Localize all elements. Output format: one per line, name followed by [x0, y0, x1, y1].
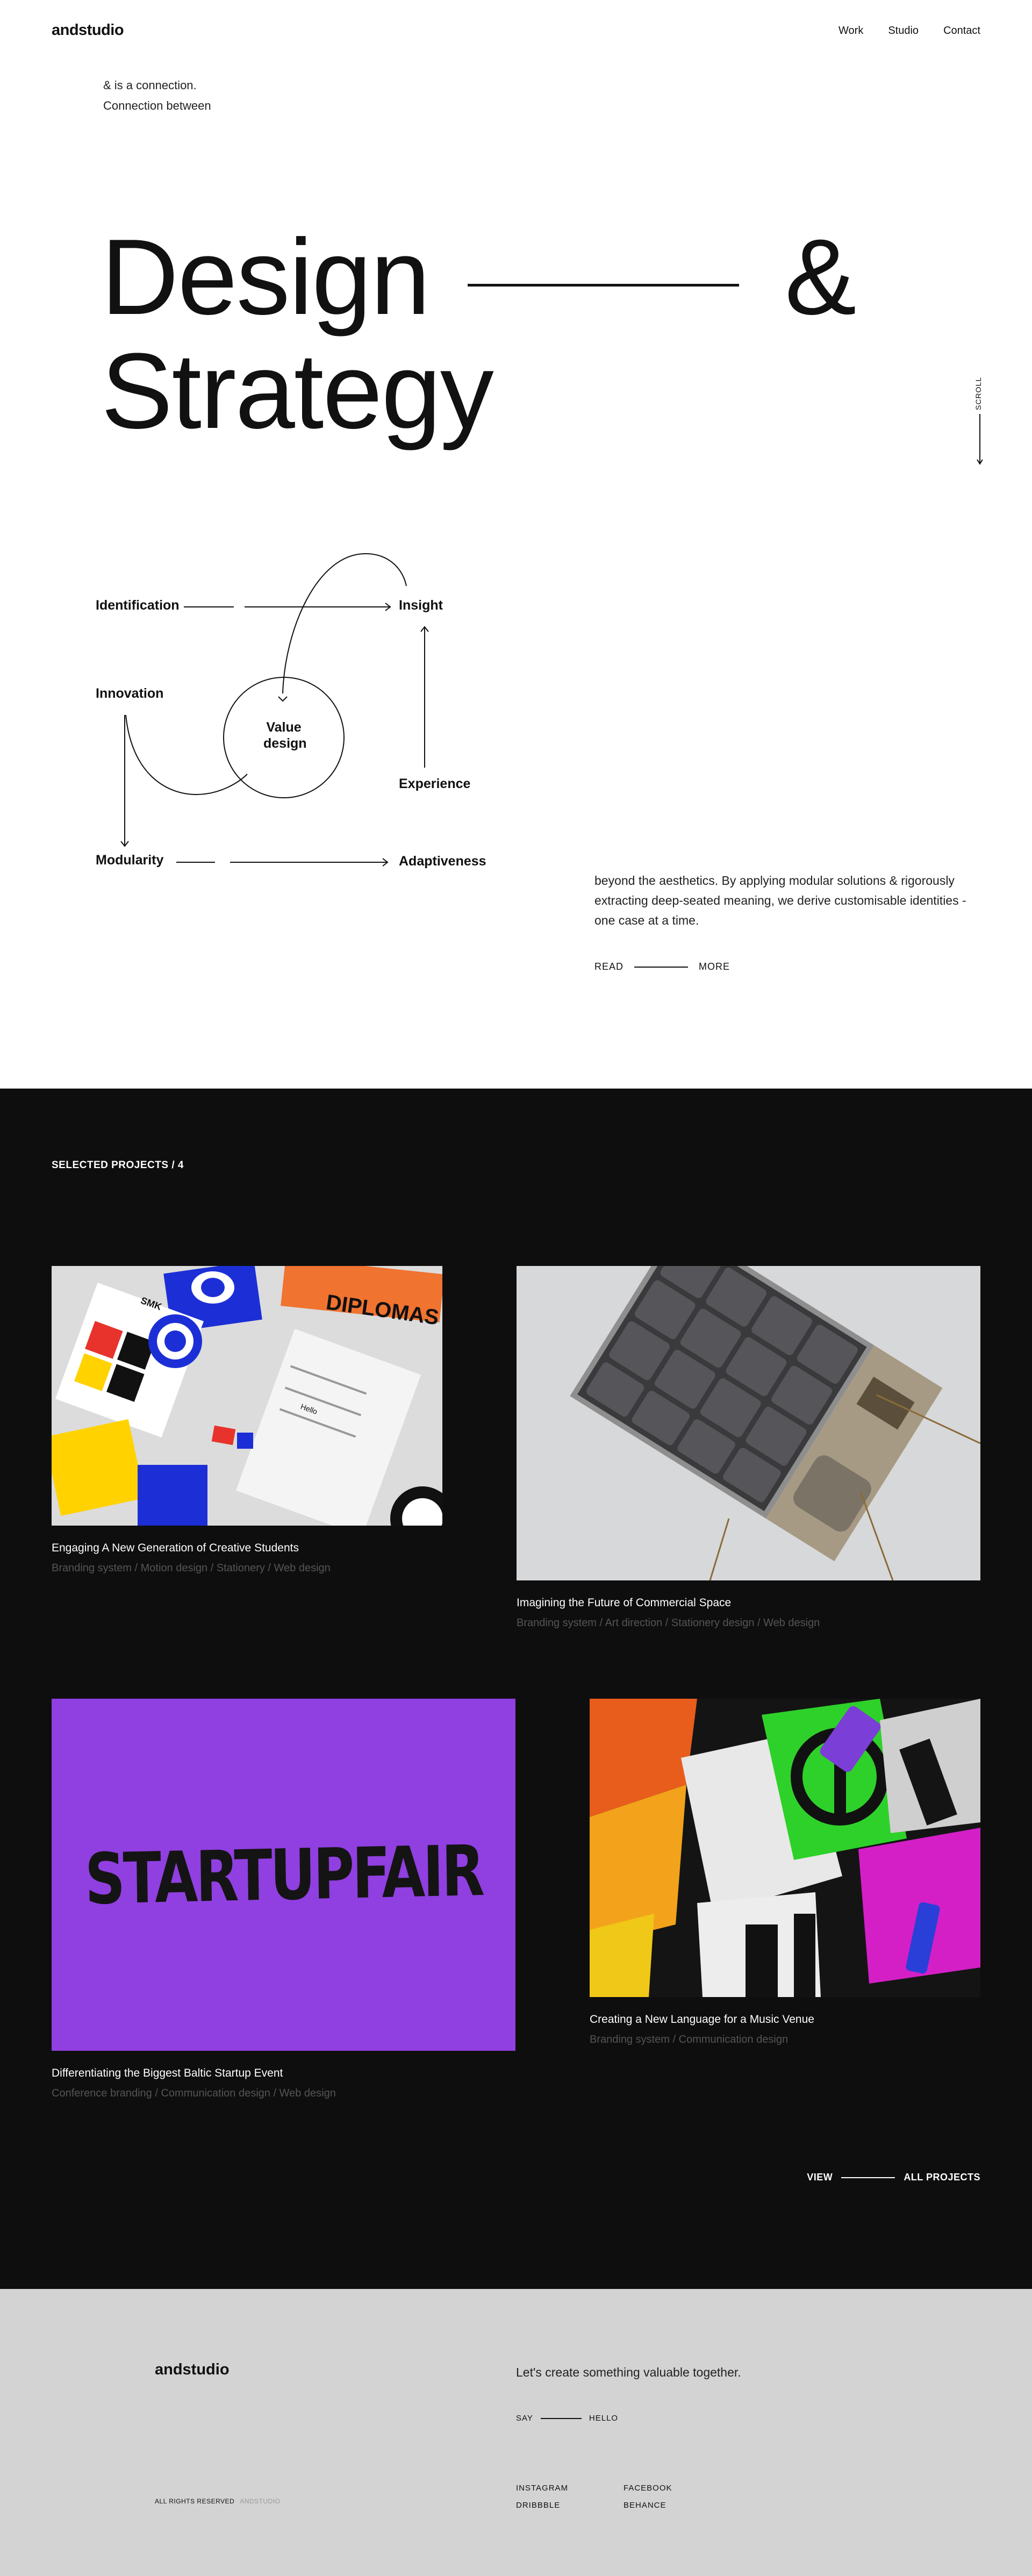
- project-card-1[interactable]: DIPLOMAS SMK Hello Engaging A New Genera…: [52, 1266, 442, 1575]
- label-modularity: Modularity: [96, 853, 164, 868]
- read-more-read: READ: [594, 961, 624, 972]
- nav-work[interactable]: Work: [838, 25, 863, 37]
- rights-studio: ANDSTUDIO: [240, 2498, 281, 2505]
- label-identification: Identification: [96, 598, 180, 613]
- project-title-2[interactable]: Imagining the Future of Commercial Space: [517, 1597, 980, 1609]
- startupfair-wordmark: STARTUPFAIR: [84, 1829, 483, 1920]
- headline: Design Strategy: [101, 217, 494, 451]
- footer-logo[interactable]: andstudio: [155, 2361, 230, 2379]
- social-instagram[interactable]: INSTAGRAM: [516, 2480, 568, 2497]
- say-hello-hello: HELLO: [589, 2414, 619, 2423]
- project-title-4[interactable]: Creating a New Language for a Music Venu…: [590, 2013, 980, 2026]
- diagram-lines: [120, 553, 429, 867]
- social-dribbble[interactable]: DRIBBBLE: [516, 2497, 568, 2514]
- site-footer: andstudio Let's create something valuabl…: [0, 2289, 1032, 2576]
- loop-top: [282, 553, 407, 694]
- project-card-4[interactable]: Creating a New Language for a Music Venu…: [590, 1699, 980, 2046]
- project-image-startupfair[interactable]: STARTUPFAIR: [52, 1699, 515, 2051]
- view-all-label: ALL PROJECTS: [904, 2172, 980, 2183]
- label-innovation: Innovation: [96, 686, 164, 701]
- label-experience: Experience: [399, 776, 471, 791]
- label-value-design: Value design: [263, 719, 307, 752]
- about-text: beyond the aesthetics. By applying modul…: [594, 874, 966, 927]
- intro-line-1: & is a connection.: [103, 78, 197, 92]
- headline-strategy: Strategy: [101, 331, 494, 451]
- rights-text: ALL RIGHTS RESERVED: [155, 2498, 235, 2505]
- say-hello-line: [540, 2417, 582, 2419]
- social-facebook[interactable]: FACEBOOK: [624, 2480, 672, 2497]
- scroll-arrow-icon[interactable]: [973, 376, 987, 468]
- social-col-2: FACEBOOK BEHANCE: [624, 2480, 672, 2514]
- project-tags-1: Branding system / Motion design / Statio…: [52, 1562, 331, 1574]
- nav-contact[interactable]: Contact: [943, 25, 980, 37]
- main-nav: Work Studio Contact: [838, 25, 980, 37]
- arrow-into-circle: [278, 696, 288, 702]
- view-all-projects-link[interactable]: VIEW ALL PROJECTS: [807, 2172, 980, 2183]
- intro-text: & is a connection. Connection between: [103, 75, 211, 116]
- headline-ampersand: &: [785, 217, 857, 337]
- nav-studio[interactable]: Studio: [888, 25, 919, 37]
- value-design-line-2: design: [263, 736, 307, 751]
- say-hello-link[interactable]: SAY HELLO: [516, 2414, 618, 2423]
- project-image-smk[interactable]: DIPLOMAS SMK Hello: [52, 1266, 442, 1526]
- project-card-3[interactable]: STARTUPFAIR Differentiating the Biggest …: [52, 1699, 515, 2100]
- project-image-satellite[interactable]: [517, 1266, 980, 1580]
- say-hello-say: SAY: [516, 2414, 533, 2423]
- process-diagram: Identification Insight Innovation Value …: [86, 538, 527, 882]
- value-design-line-1: Value: [266, 720, 302, 735]
- intro-line-2: Connection between: [103, 99, 211, 112]
- music-venue-illustration: [590, 1699, 980, 1997]
- copyright: ALL RIGHTS RESERVED ANDSTUDIO: [155, 2498, 280, 2505]
- footer-cta: Let's create something valuable together…: [516, 2365, 741, 2379]
- view-all-line: [841, 2177, 895, 2178]
- label-insight: Insight: [399, 598, 443, 613]
- headline-design: Design: [101, 217, 431, 337]
- social-col-1: INSTAGRAM DRIBBBLE: [516, 2480, 568, 2514]
- headline-connector-line: [468, 284, 739, 287]
- satellite-illustration: [517, 1266, 980, 1580]
- project-tags-2: Branding system / Art direction / Statio…: [517, 1617, 820, 1629]
- site-header: andstudio Work Studio Contact: [0, 0, 1032, 65]
- label-adaptiveness: Adaptiveness: [399, 854, 486, 869]
- project-title-1[interactable]: Engaging A New Generation of Creative St…: [52, 1542, 442, 1555]
- read-more-more: MORE: [699, 961, 730, 972]
- logo[interactable]: andstudio: [52, 22, 124, 39]
- project-card-2[interactable]: Imagining the Future of Commercial Space…: [517, 1266, 980, 1629]
- projects-label: SELECTED PROJECTS / 4: [52, 1160, 184, 1171]
- read-more-link[interactable]: READ MORE: [594, 961, 730, 972]
- project-tags-4: Branding system / Communication design: [590, 2034, 789, 2045]
- social-behance[interactable]: BEHANCE: [624, 2497, 672, 2514]
- view-all-view: VIEW: [807, 2172, 833, 2183]
- projects-section: SELECTED PROJECTS / 4 DIPLOMAS SMK Hello…: [0, 1089, 1032, 2289]
- project-image-music-venue[interactable]: [590, 1699, 980, 1997]
- project-title-3[interactable]: Differentiating the Biggest Baltic Start…: [52, 2067, 515, 2080]
- read-more-line: [634, 966, 689, 968]
- project-tags-3: Conference branding / Communication desi…: [52, 2087, 336, 2099]
- arc-innovation: [125, 714, 248, 796]
